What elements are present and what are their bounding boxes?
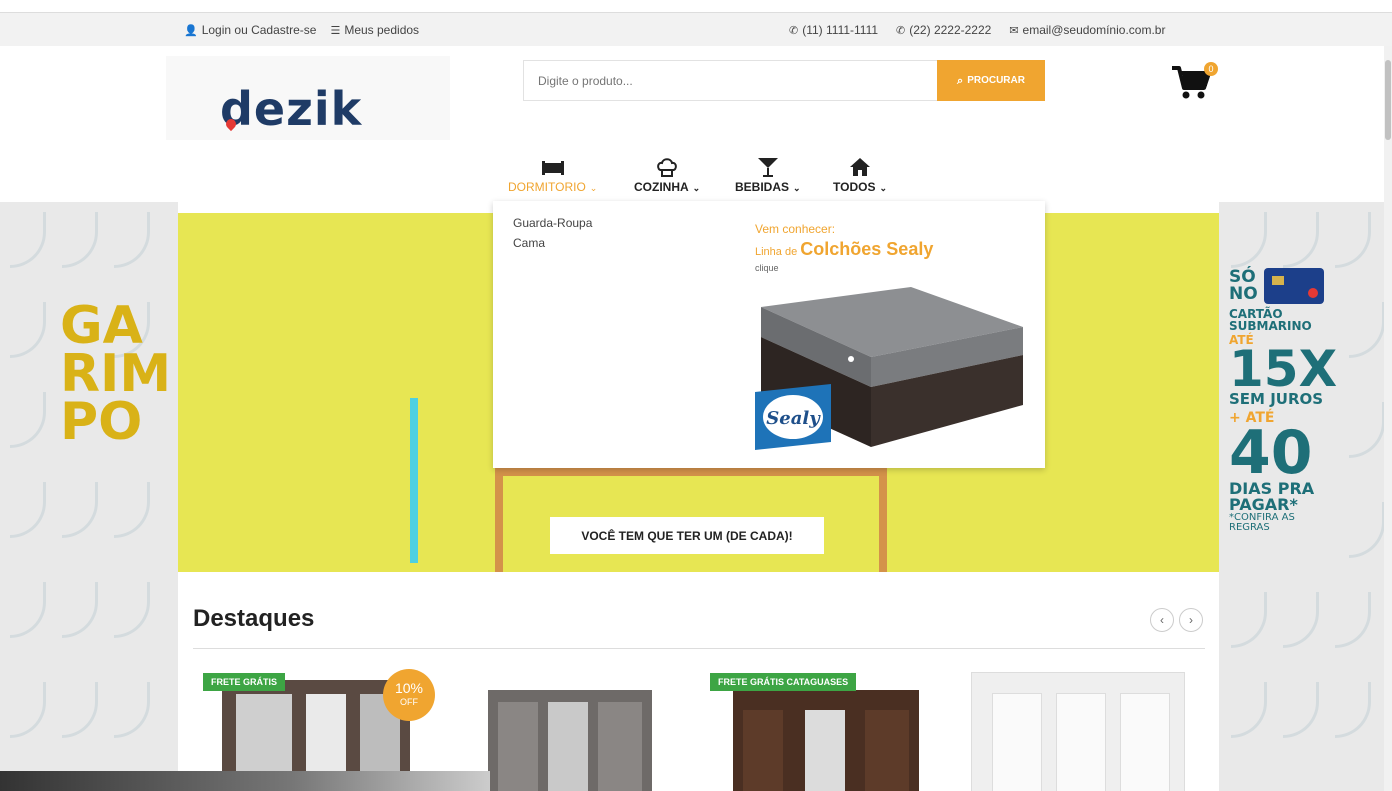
cart-count-badge: 0	[1204, 62, 1218, 76]
promo-heading: Vem conhecer:	[755, 222, 836, 236]
chef-hat-icon	[657, 158, 677, 177]
promo-no: NO	[1229, 284, 1258, 304]
discount-label: OFF	[400, 697, 418, 707]
garimpo-line-1: GA	[60, 296, 143, 356]
carousel-next-button[interactable]: ›	[1179, 608, 1203, 632]
scrollbar-track[interactable]	[1384, 46, 1392, 791]
chevron-down-icon: ⌄	[692, 183, 701, 193]
promo-regras: REGRAS	[1229, 522, 1270, 533]
chevron-down-icon: ⌄	[793, 183, 801, 193]
carousel-prev-button[interactable]: ‹	[1150, 608, 1174, 632]
nav-todos[interactable]: TODOS ⌄	[833, 156, 887, 194]
discount-pct: 10%	[394, 680, 424, 696]
search-icon: ⌕	[957, 73, 964, 87]
page: 👤 Login ou Cadastre-se ☰ Meus pedidos ✆ …	[0, 0, 1392, 791]
promo-subheading[interactable]: Linha de Colchões Sealy	[755, 239, 933, 260]
orders-link[interactable]: ☰ Meus pedidos	[330, 23, 419, 37]
chevron-right-icon: ›	[1189, 613, 1193, 627]
dropdown-link-cama[interactable]: Cama	[513, 236, 545, 250]
sealy-logo: Sealy	[755, 384, 831, 450]
nav-dormitorio[interactable]: DORMITORIO ⌄	[508, 156, 597, 194]
login-label: Login ou Cadastre-se	[201, 23, 317, 37]
promo-click-hint[interactable]: clique	[755, 263, 779, 273]
chevron-down-icon: ⌄	[589, 183, 598, 193]
envelope-icon: ✉	[1009, 23, 1019, 37]
search-input[interactable]	[523, 60, 937, 101]
phone-2-label: (22) 2222-2222	[909, 23, 992, 37]
search-button-label: PROCURAR	[967, 75, 1025, 86]
nav-cozinha[interactable]: COZINHA ⌄	[634, 156, 700, 194]
search-button[interactable]: ⌕ PROCURAR	[937, 60, 1045, 101]
chevron-left-icon: ‹	[1160, 613, 1164, 627]
free-shipping-badge: FRETE GRÁTIS	[203, 673, 286, 691]
promo-brand: Colchões Sealy	[800, 239, 934, 259]
login-link[interactable]: 👤 Login ou Cadastre-se	[184, 23, 316, 37]
dormitorio-dropdown: Guarda-Roupa Cama Vem conhecer: Linha de…	[493, 201, 1045, 468]
cocktail-icon	[757, 158, 778, 177]
chevron-down-icon: ⌄	[879, 183, 887, 193]
promo-prefix: Linha de	[755, 246, 798, 258]
top-bar: 👤 Login ou Cadastre-se ☰ Meus pedidos ✆ …	[0, 12, 1392, 46]
banner-pattern-left	[0, 202, 178, 791]
nav-bebidas-label: BEBIDAS	[735, 180, 790, 194]
dropdown-link-guarda-roupa[interactable]: Guarda-Roupa	[513, 216, 592, 230]
credit-card-icon	[1263, 268, 1324, 304]
home-icon	[850, 158, 870, 176]
destaques-divider	[193, 648, 1205, 649]
garimpo-text: GA RIM PO	[60, 296, 172, 452]
email-label: email@seudomínio.com.br	[1022, 23, 1166, 37]
destaques-title: Destaques	[193, 605, 315, 632]
nav-cozinha-label: COZINHA	[634, 180, 689, 194]
orders-label: Meus pedidos	[344, 23, 420, 37]
scrollbar-thumb[interactable]	[1385, 60, 1391, 140]
phone-1: ✆ (11) 1111-1111	[789, 23, 878, 37]
nav-bebidas[interactable]: BEBIDAS ⌄	[735, 156, 801, 194]
logo[interactable]: dezik	[220, 82, 362, 136]
banner-decoration	[410, 398, 418, 563]
discount-badge: 10% OFF	[383, 669, 435, 721]
email-link[interactable]: ✉ email@seudomínio.com.br	[1009, 23, 1165, 37]
promo-submarino: SUBMARINO	[1229, 319, 1312, 333]
phone-icon: ✆	[789, 23, 799, 37]
video-overlay-bar	[0, 771, 490, 791]
product-card-4[interactable]	[971, 672, 1185, 791]
promo-15x: 15X	[1229, 340, 1338, 398]
card-promo: SÓ NO CARTÃO SUBMARINO ATÉ 15X SEM JUROS…	[1229, 268, 1349, 533]
garimpo-line-2: RIM	[60, 344, 172, 404]
bed-icon	[541, 161, 564, 175]
phone-icon: ✆	[896, 23, 906, 37]
phone-2: ✆ (22) 2222-2222	[896, 23, 991, 37]
product-card-2[interactable]	[488, 690, 652, 791]
promo-40: 40	[1229, 418, 1313, 488]
product-card-3[interactable]	[733, 690, 919, 791]
user-icon: 👤	[184, 23, 198, 37]
phone-1-label: (11) 1111-1111	[802, 23, 879, 37]
garimpo-line-3: PO	[60, 392, 143, 452]
promo-pagar: PAGAR*	[1229, 495, 1298, 514]
sealy-logo-text: Sealy	[766, 408, 821, 429]
free-shipping-cataguases-badge: FRETE GRÁTIS CATAGUASES	[710, 673, 857, 691]
nav-dormitorio-label: DORMITORIO	[508, 180, 586, 194]
nav-todos-label: TODOS	[833, 180, 876, 194]
list-icon: ☰	[330, 23, 341, 37]
banner-tagline: VOCÊ TEM QUE TER UM (DE CADA)!	[550, 517, 824, 554]
